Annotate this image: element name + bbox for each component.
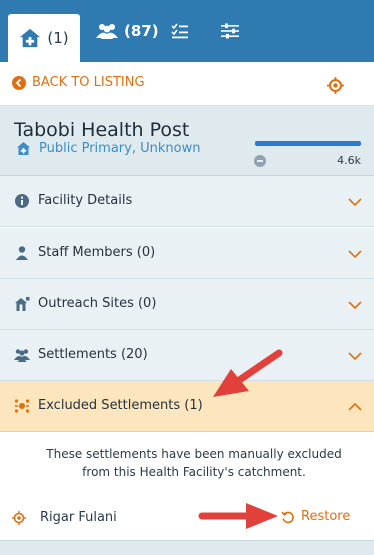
hospital-icon (17, 142, 30, 155)
section-label: Excluded Settlements (1) (38, 398, 203, 413)
excluded-settlements-panel: These settlements have been manually exc… (0, 432, 374, 542)
population-bar (255, 141, 361, 146)
tab-users-count: (87) (124, 22, 159, 40)
sliders-icon (221, 23, 239, 39)
section-label: Settlements (20) (38, 347, 148, 362)
chevron-down-icon (348, 301, 362, 310)
excluded-settlement-icon (14, 399, 30, 413)
tab-users[interactable]: (87) (96, 0, 159, 62)
info-icon (15, 194, 29, 208)
footer-divider (0, 540, 374, 555)
settlement-name: Rigar Fulani (40, 510, 117, 525)
section-label: Staff Members (0) (38, 245, 156, 260)
top-tab-bar: (1) (87) (0, 0, 374, 62)
chevron-down-icon (348, 352, 362, 361)
excluded-note: These settlements have been manually exc… (46, 447, 342, 479)
users-icon (96, 24, 118, 39)
restore-label: Restore (301, 509, 351, 524)
staff-icon (16, 246, 28, 260)
back-to-listing-label: BACK TO LISTING (32, 75, 145, 90)
population-value: 4.6k (337, 154, 361, 167)
chevron-up-icon (348, 402, 362, 411)
facility-meta-text: Public Primary, Unknown (39, 141, 201, 156)
settlement-target-icon (12, 511, 26, 525)
users-icon (14, 349, 30, 362)
annotation-arrow-section (213, 349, 283, 397)
section-label: Outreach Sites (0) (38, 296, 157, 311)
tab-health-facility-count: (1) (47, 29, 69, 47)
tab-tasks[interactable] (171, 0, 189, 62)
section-settlements[interactable]: Settlements (20) (0, 330, 374, 381)
annotation-arrow-restore (198, 503, 278, 529)
section-staff-members[interactable]: Staff Members (0) (0, 228, 374, 279)
section-excluded-settlements[interactable]: Excluded Settlements (1) (0, 381, 374, 432)
section-label: Facility Details (38, 193, 133, 208)
undo-icon (281, 511, 294, 523)
tab-filters[interactable] (220, 0, 240, 62)
chevron-down-icon (348, 250, 362, 259)
restore-button[interactable]: Restore (281, 509, 350, 524)
tasks-icon (171, 23, 188, 39)
arrow-left-circle-icon (12, 75, 26, 90)
back-to-listing-link[interactable]: BACK TO LISTING (12, 75, 145, 90)
hospital-icon (20, 28, 41, 48)
facility-header: Tabobi Health Post Public Primary, Unkno… (0, 106, 374, 176)
section-outreach-sites[interactable]: Outreach Sites (0) (0, 279, 374, 330)
facility-meta: Public Primary, Unknown (16, 141, 200, 156)
section-facility-details[interactable]: Facility Details (0, 176, 374, 227)
list-item: Rigar Fulani Restore (0, 504, 374, 534)
facility-name: Tabobi Health Post (14, 119, 190, 141)
tab-health-facility[interactable]: (1) (8, 14, 80, 62)
outreach-icon (15, 297, 30, 311)
population-bar-fill (255, 141, 361, 146)
minus-circle-icon[interactable] (254, 155, 266, 167)
back-bar: BACK TO LISTING (0, 62, 374, 106)
locate-target-icon[interactable] (327, 77, 344, 94)
chevron-down-icon (348, 198, 362, 207)
